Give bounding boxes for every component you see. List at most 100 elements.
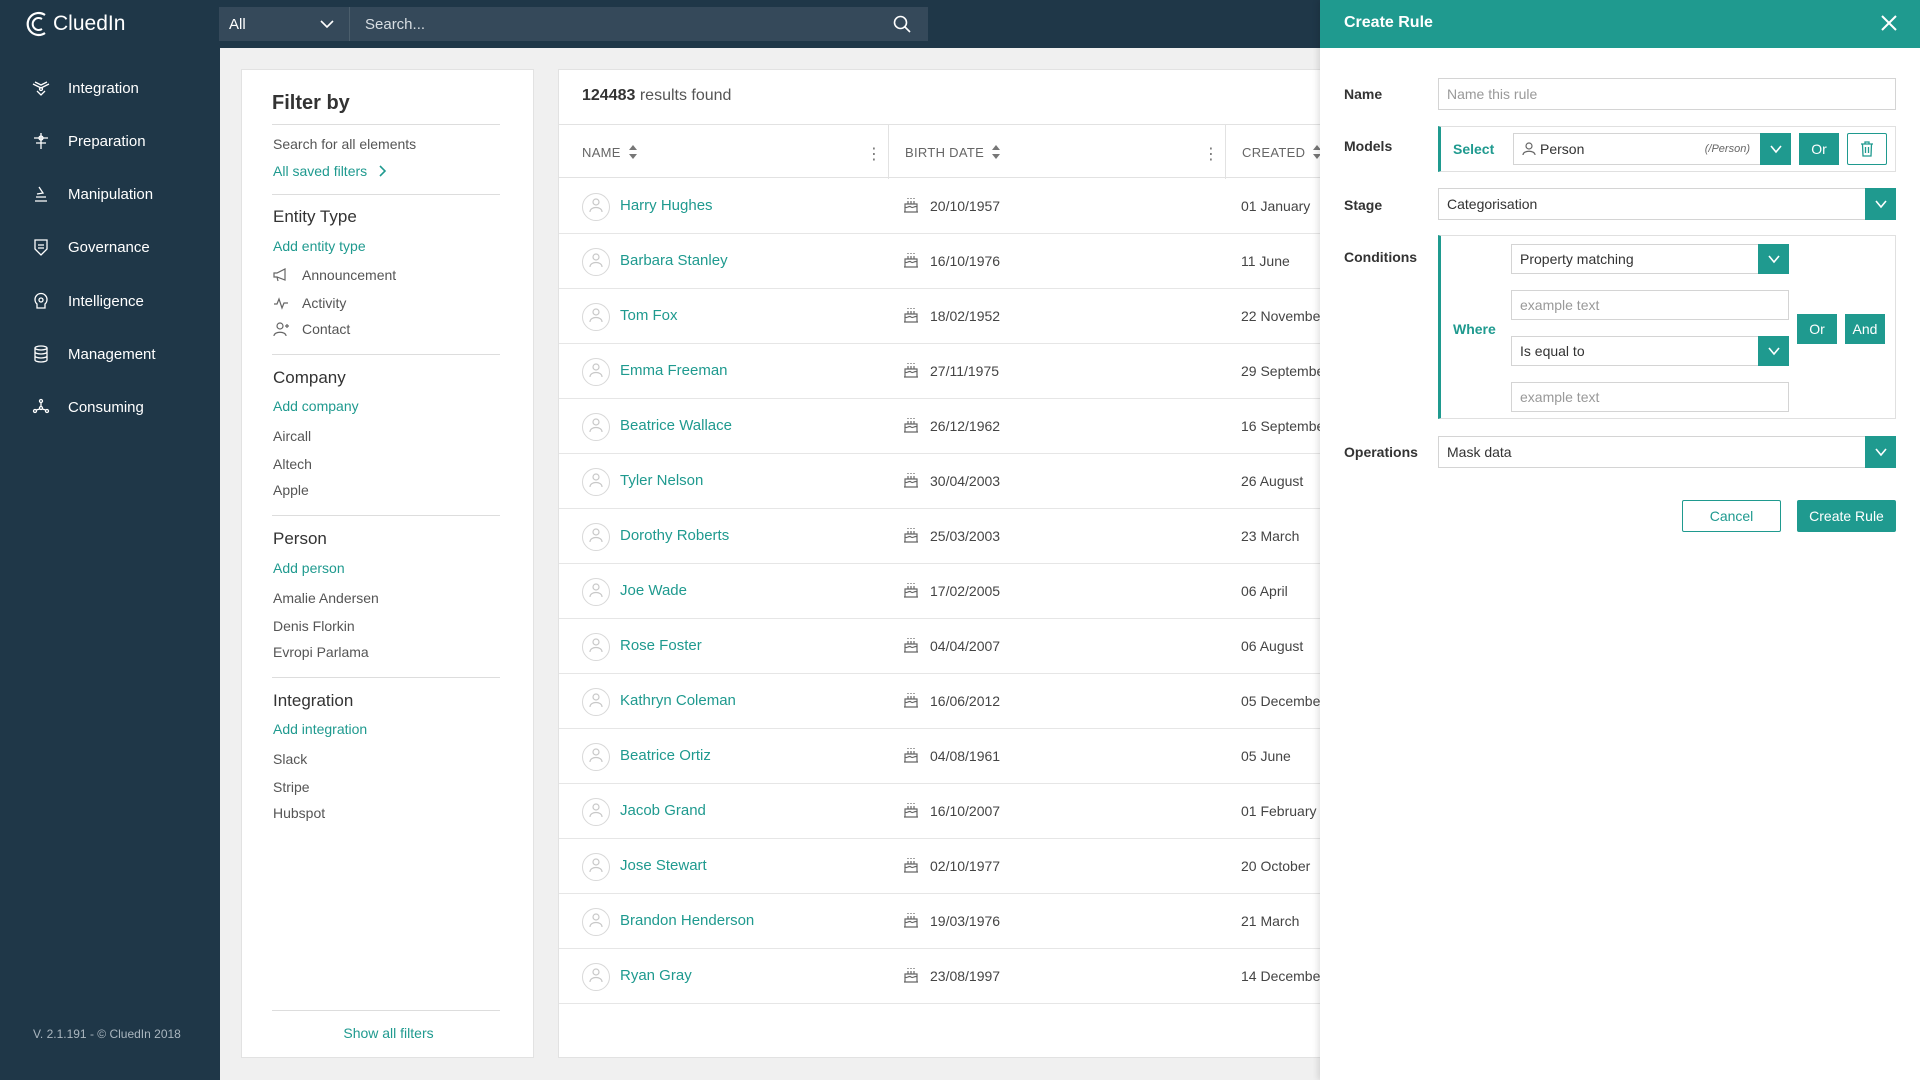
operator-select[interactable]: Is equal to (1511, 336, 1789, 366)
entity-name-link[interactable]: Tyler Nelson (620, 472, 703, 489)
stage-value: Categorisation (1447, 196, 1538, 212)
filter-item-company[interactable]: Aircall (273, 428, 311, 444)
filter-item-integration[interactable]: Slack (273, 751, 307, 767)
column-menu-icon[interactable]: ⋮ (1203, 144, 1219, 164)
condition-type-dropdown-button[interactable] (1758, 244, 1789, 274)
model-dropdown-button[interactable] (1760, 133, 1791, 165)
entity-name-link[interactable]: Beatrice Ortiz (620, 747, 711, 764)
entity-name-link[interactable]: Brandon Henderson (620, 912, 754, 929)
filter-item-announcement[interactable]: Announcement (273, 267, 396, 283)
add-company-link[interactable]: Add company (273, 398, 359, 414)
birth-date-cell: 04/08/1961 (930, 748, 1001, 764)
entity-name-link[interactable]: Rose Foster (620, 637, 702, 654)
avatar (582, 303, 610, 331)
operations-dropdown-button[interactable] (1865, 436, 1896, 468)
model-select[interactable]: Person (/Person) (1513, 133, 1791, 165)
search-icon[interactable] (892, 14, 912, 34)
filter-item-integration[interactable]: Hubspot (273, 805, 325, 821)
sidebar-item-manipulation[interactable]: Manipulation (0, 174, 220, 214)
created-cell: 11 June (1241, 253, 1290, 269)
create-rule-button[interactable]: Create Rule (1797, 500, 1896, 532)
cancel-button[interactable]: Cancel (1682, 500, 1781, 532)
column-header-birth-date[interactable]: BIRTH DATE (905, 125, 1001, 179)
app-logo[interactable]: CluedIn (25, 10, 125, 38)
condition-value-input-1[interactable] (1511, 290, 1789, 320)
person-placeholder-icon (588, 692, 604, 712)
saved-filters-link[interactable]: All saved filters (273, 163, 387, 179)
filter-item-person[interactable]: Evropi Parlama (273, 644, 369, 660)
created-cell: 01 February (1241, 803, 1317, 819)
sidebar-item-consuming[interactable]: Consuming (0, 387, 220, 427)
integration-heading: Integration (273, 691, 354, 710)
entity-name-link[interactable]: Beatrice Wallace (620, 417, 732, 434)
sidebar-item-label: Management (68, 345, 156, 363)
add-person-link[interactable]: Add person (273, 560, 345, 576)
stage-select[interactable]: Categorisation (1438, 188, 1896, 220)
filter-item-person[interactable]: Amalie Andersen (273, 590, 379, 606)
filter-item-contact[interactable]: Contact (273, 321, 350, 337)
management-icon (30, 343, 52, 365)
condition-and-button[interactable]: And (1845, 314, 1885, 344)
avatar (582, 578, 610, 606)
operations-select[interactable]: Mask data (1438, 436, 1896, 468)
activity-icon (273, 296, 291, 310)
condition-type-select[interactable]: Property matching (1511, 244, 1789, 274)
stage-label: Stage (1344, 197, 1383, 213)
column-header-name[interactable]: NAME (582, 125, 637, 179)
company-heading: Company (273, 368, 346, 387)
sidebar-item-label: Integration (68, 79, 139, 97)
created-cell: 22 November (1241, 308, 1326, 324)
birthday-cake-icon (902, 250, 920, 272)
add-entity-type-link[interactable]: Add entity type (273, 238, 366, 254)
entity-name-link[interactable]: Dorothy Roberts (620, 527, 729, 544)
filter-item-company[interactable]: Apple (273, 482, 309, 498)
stage-dropdown-button[interactable] (1865, 188, 1896, 220)
created-cell: 29 September (1241, 363, 1329, 379)
sort-icon (992, 145, 1001, 159)
entity-name-link[interactable]: Tom Fox (620, 307, 678, 324)
sidebar-item-preparation[interactable]: Preparation (0, 121, 220, 161)
entity-name-link[interactable]: Jose Stewart (620, 857, 707, 874)
delete-model-button[interactable] (1847, 133, 1887, 165)
entity-name-link[interactable]: Barbara Stanley (620, 252, 728, 269)
filter-item-person[interactable]: Denis Florkin (273, 618, 355, 634)
created-cell: 06 April (1241, 583, 1288, 599)
search-scope-select[interactable]: All (219, 7, 350, 41)
entity-name-link[interactable]: Emma Freeman (620, 362, 728, 379)
entity-name-link[interactable]: Kathryn Coleman (620, 692, 736, 709)
filter-item-activity[interactable]: Activity (273, 295, 346, 311)
entity-name-link[interactable]: Jacob Grand (620, 802, 706, 819)
condition-or-button[interactable]: Or (1797, 314, 1837, 344)
close-icon[interactable] (1880, 14, 1898, 32)
sidebar-item-integration[interactable]: Integration (0, 68, 220, 108)
birthday-cake-icon (902, 800, 920, 822)
condition-value-input-2[interactable] (1511, 382, 1789, 412)
add-integration-link[interactable]: Add integration (273, 721, 367, 737)
chevron-down-icon (1874, 200, 1887, 209)
search-all-elements[interactable]: Search for all elements (273, 136, 416, 152)
models-or-button[interactable]: Or (1799, 133, 1839, 165)
rule-name-input[interactable] (1438, 78, 1896, 110)
intelligence-icon (30, 290, 52, 312)
birthday-cake-icon (902, 635, 920, 657)
created-cell: 06 August (1241, 638, 1304, 654)
operator-dropdown-button[interactable] (1758, 336, 1789, 366)
entity-type-heading: Entity Type (273, 207, 357, 226)
search-input[interactable] (350, 7, 890, 41)
sidebar-item-intelligence[interactable]: Intelligence (0, 281, 220, 321)
birth-date-cell: 26/12/1962 (930, 418, 1001, 434)
models-box: Select Person (/Person) Or (1438, 126, 1896, 172)
column-header-created[interactable]: CREATED (1242, 125, 1322, 179)
filter-item-integration[interactable]: Stripe (273, 779, 310, 795)
entity-name-link[interactable]: Ryan Gray (620, 967, 692, 984)
birthday-cake-icon (902, 910, 920, 932)
birth-date-cell: 25/03/2003 (930, 528, 1001, 544)
entity-name-link[interactable]: Joe Wade (620, 582, 687, 599)
entity-name-link[interactable]: Harry Hughes (620, 197, 713, 214)
sidebar-item-management[interactable]: Management (0, 334, 220, 374)
show-all-filters-link[interactable]: Show all filters (242, 1025, 535, 1041)
column-menu-icon[interactable]: ⋮ (866, 144, 882, 164)
sidebar-item-governance[interactable]: Governance (0, 227, 220, 267)
filter-item-company[interactable]: Altech (273, 456, 312, 472)
create-rule-header: Create Rule (1320, 0, 1920, 48)
